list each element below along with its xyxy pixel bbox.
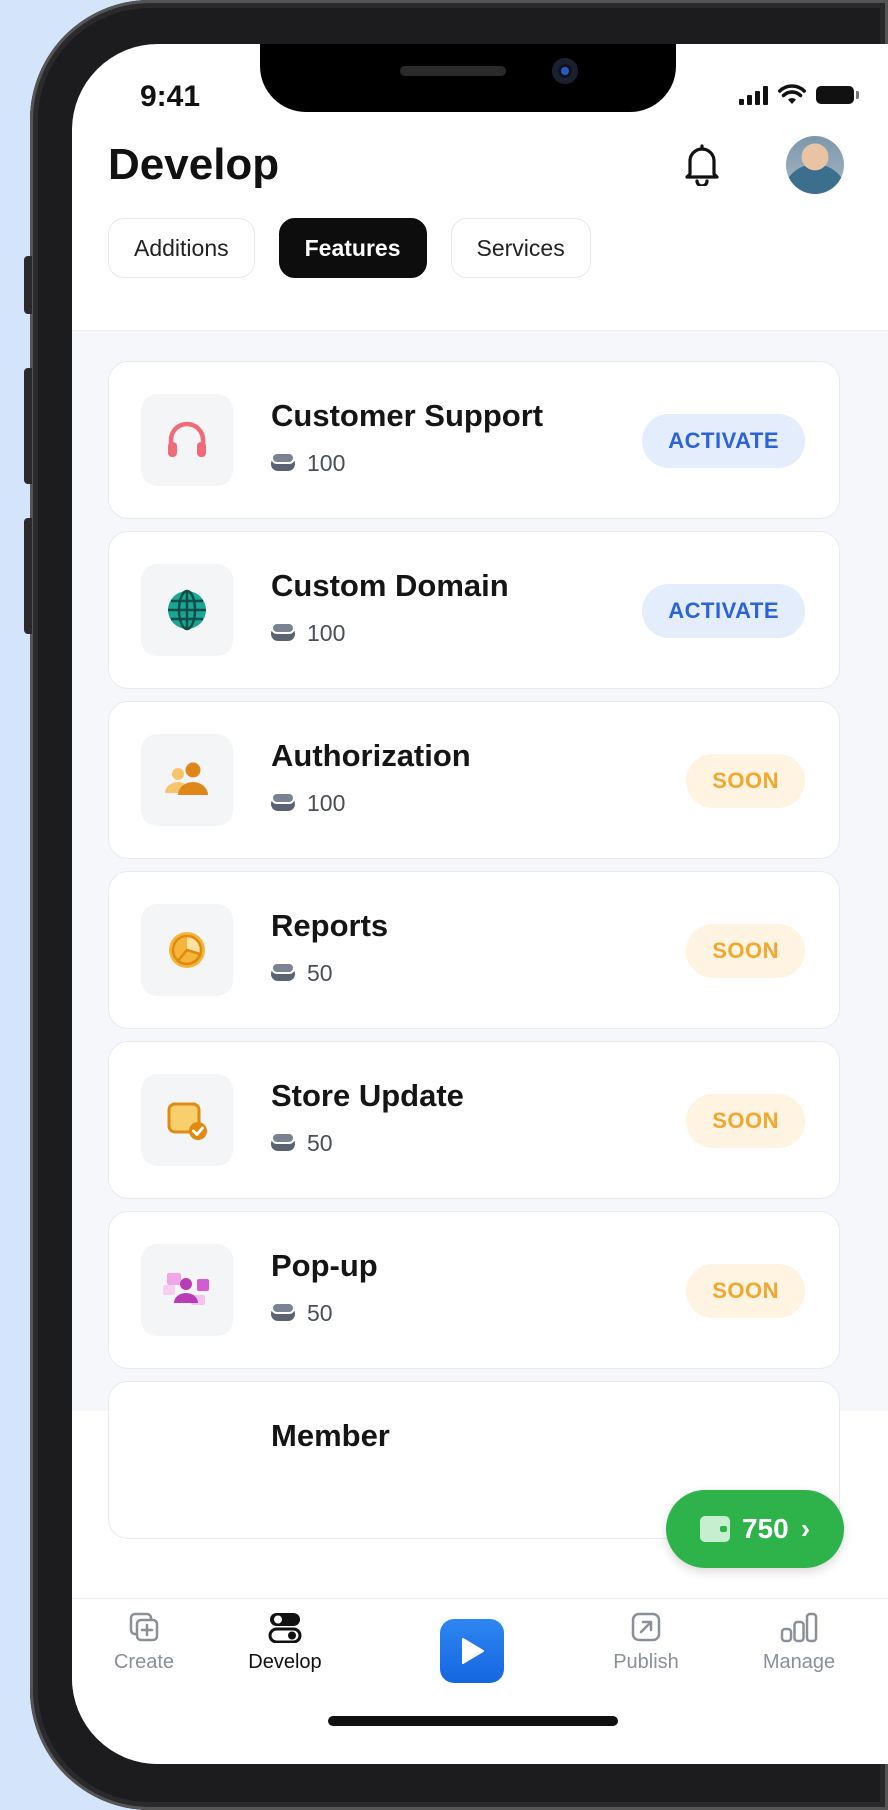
tab-services[interactable]: Services [450,218,591,278]
store-update-icon [141,1074,233,1166]
nav-develop[interactable]: Develop [230,1611,340,1674]
add-square-icon [129,1612,159,1642]
mute-switch [24,256,32,314]
status-icons [739,84,859,106]
feature-card-store-update: Store Update 50 SOON [108,1041,840,1199]
feature-cost: 50 [271,1300,333,1327]
wallet-icon [699,1516,730,1542]
globe-icon [141,564,233,656]
status-time: 9:41 [140,80,201,113]
feature-cost: 50 [271,960,333,987]
wallet-balance: 750 [741,1513,789,1544]
users-icon [141,734,233,826]
feature-card-authorization: Authorization 100 SOON [108,701,840,859]
home-indicator [328,1716,618,1726]
bell-icon[interactable] [682,142,722,186]
signal-icon [739,85,768,105]
feature-title: Store Update [271,1078,464,1113]
feature-list: Customer Support 100 ACTIVATE Custom Dom… [72,330,888,1539]
feature-card-popup: Pop-up 50 SOON [108,1211,840,1369]
speaker [400,66,506,76]
coin-icon [271,791,295,811]
coin-icon [271,961,295,981]
coin-icon [271,1131,295,1151]
soon-badge: SOON [686,754,805,808]
feature-card-custom-domain: Custom Domain 100 ACTIVATE [108,531,840,689]
notch [260,44,676,112]
coin-icon [271,621,295,641]
front-camera [552,58,578,84]
feature-title: Member [271,1418,390,1453]
nav-manage[interactable]: Manage [744,1611,854,1674]
battery-icon [816,86,859,104]
avatar[interactable] [786,136,844,194]
activate-button[interactable]: ACTIVATE [642,584,805,638]
app-screen: 9:41 Develop Additions Features Services [72,44,888,1764]
feature-title: Reports [271,908,389,943]
headphones-icon [141,394,233,486]
bar-chart-icon [780,1612,818,1643]
soon-badge: SOON [686,1094,805,1148]
soon-badge: SOON [686,924,805,978]
toggle-icon [268,1613,302,1643]
feature-title: Custom Domain [271,568,509,603]
feature-cost: 50 [271,1130,333,1157]
wallet-balance-button[interactable]: 750 › [666,1490,844,1568]
volume-down-button [24,518,32,634]
tab-features[interactable]: Features [278,218,427,278]
play-icon [462,1638,484,1664]
feature-cost: 100 [271,450,345,477]
coin-icon [271,451,295,471]
feature-card-customer-support: Customer Support 100 ACTIVATE [108,361,840,519]
chevron-right-icon: › [800,1513,811,1544]
wifi-icon [778,84,806,104]
page-title: Develop [108,140,280,189]
play-button[interactable] [440,1619,504,1683]
feature-cost: 100 [271,620,345,647]
activate-button[interactable]: ACTIVATE [642,414,805,468]
popup-icon [141,1244,233,1336]
feature-cost: 100 [271,790,345,817]
feature-title: Pop-up [271,1248,378,1283]
tab-additions[interactable]: Additions [108,218,255,278]
export-icon [631,1612,661,1642]
coin-icon [271,1301,295,1321]
tab-bar: Additions Features Services [108,218,591,278]
soon-badge: SOON [686,1264,805,1318]
feature-title: Authorization [271,738,471,773]
feature-title: Customer Support [271,398,544,433]
nav-publish[interactable]: Publish [596,1611,696,1674]
feature-card-reports: Reports 50 SOON [108,871,840,1029]
volume-up-button [24,368,32,484]
nav-create[interactable]: Create [94,1611,194,1674]
pie-chart-icon [141,904,233,996]
bottom-nav: Create Develop Publish Manage [72,1598,888,1764]
